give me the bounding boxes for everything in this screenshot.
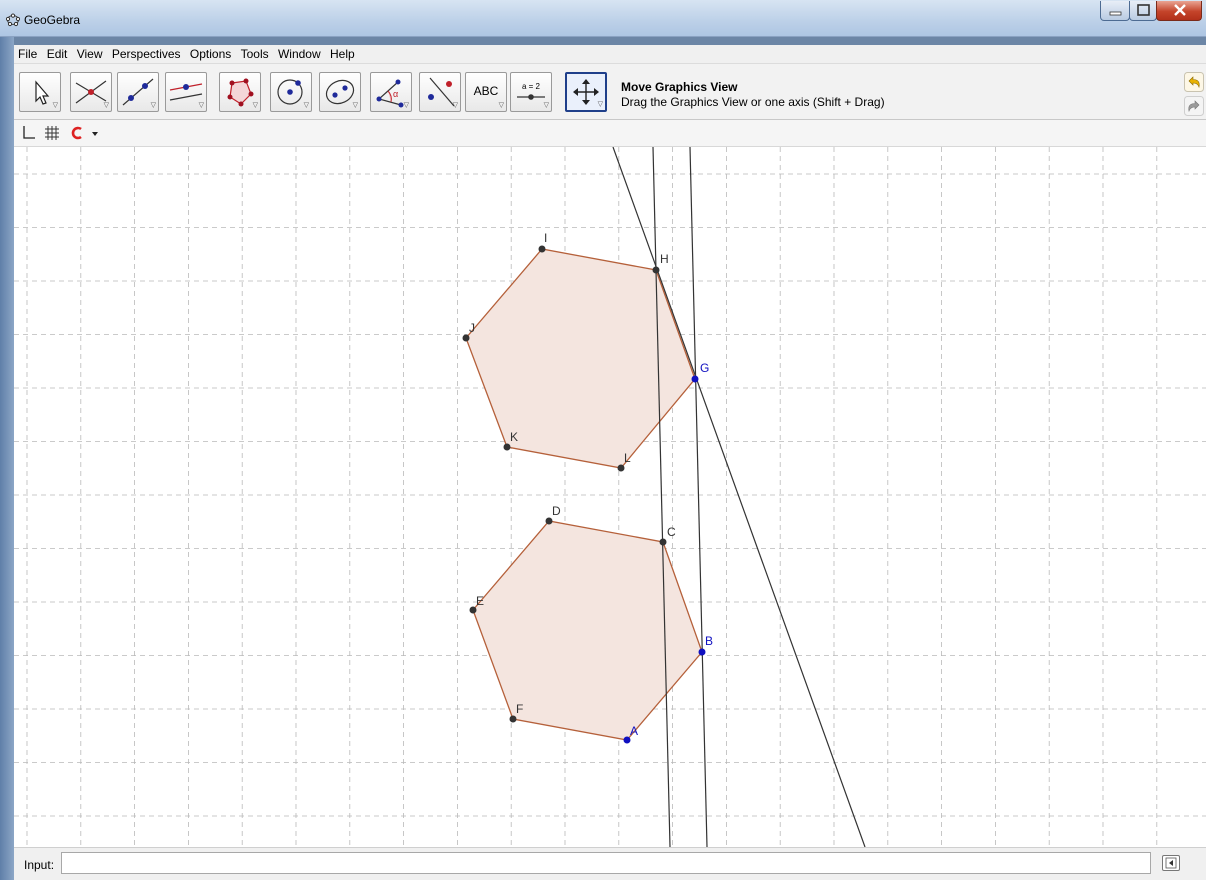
input-field[interactable] xyxy=(61,852,1151,874)
window-left-border xyxy=(0,36,14,880)
point-D[interactable] xyxy=(545,517,553,525)
input-label: Input: xyxy=(24,858,55,872)
close-button[interactable] xyxy=(1156,1,1202,21)
point-tool-button[interactable]: ▽ xyxy=(70,72,112,112)
grid-toggle-icon[interactable] xyxy=(44,125,60,141)
menu-help[interactable]: Help xyxy=(326,45,357,61)
window-title: GeoGebra xyxy=(24,13,81,27)
label-K: K xyxy=(510,430,518,444)
redo-icon[interactable] xyxy=(1184,96,1204,116)
line-3[interactable] xyxy=(689,147,708,847)
maximize-button[interactable] xyxy=(1129,1,1157,21)
point-K[interactable] xyxy=(503,443,511,451)
label-D: D xyxy=(552,504,561,518)
text-tool-button[interactable]: ABC ▽ xyxy=(465,72,507,112)
reflect-tool-button[interactable]: ▽ xyxy=(419,72,461,112)
angle-tool-button[interactable]: α ▽ xyxy=(370,72,412,112)
point-capturing-icon[interactable] xyxy=(70,125,86,141)
label-E: E xyxy=(476,594,484,608)
label-L: L xyxy=(624,451,631,465)
title-bar: GeoGebra xyxy=(0,0,1206,37)
line-1[interactable] xyxy=(612,147,866,847)
polygon-tool-button[interactable]: ▽ xyxy=(219,72,261,112)
label-F: F xyxy=(516,702,523,716)
slider-tool-label: a = 2 xyxy=(522,82,541,91)
menu-edit[interactable]: Edit xyxy=(43,45,70,61)
label-G: G xyxy=(700,361,709,375)
line-tool-button[interactable]: ▽ xyxy=(117,72,159,112)
circle-tool-button[interactable]: ▽ xyxy=(270,72,312,112)
chevron-down-icon[interactable] xyxy=(90,125,100,141)
hexagon-GHIJKL[interactable] xyxy=(465,248,696,469)
move-graphics-view-tool-button[interactable]: ▽ xyxy=(565,72,607,112)
chevron-left-icon xyxy=(1165,857,1177,869)
graphics-canvas[interactable]: A B C D E F G H I J K L xyxy=(14,147,1206,847)
label-H: H xyxy=(660,252,669,266)
point-I[interactable] xyxy=(538,245,546,253)
point-L[interactable] xyxy=(617,464,625,472)
style-bar xyxy=(14,120,1206,147)
hexagon-ABCDEF[interactable] xyxy=(472,520,703,741)
text-icon: ABC xyxy=(473,84,499,98)
point-C[interactable] xyxy=(659,538,667,546)
undo-icon[interactable] xyxy=(1184,72,1204,92)
maximize-icon xyxy=(1137,4,1150,16)
minimize-icon xyxy=(1109,11,1122,16)
input-bar: Input: xyxy=(14,847,1206,880)
point-B[interactable] xyxy=(698,648,706,656)
menu-tools[interactable]: Tools xyxy=(237,45,271,61)
move-tool-button[interactable]: ▽ xyxy=(19,72,61,112)
label-C: C xyxy=(667,525,676,539)
menu-view[interactable]: View xyxy=(73,45,105,61)
minimize-button[interactable] xyxy=(1100,1,1130,21)
label-I: I xyxy=(544,231,547,245)
label-B: B xyxy=(705,634,713,648)
geogebra-window: GeoGebra File Edit View Perspectives Opt… xyxy=(0,0,1206,880)
menu-file[interactable]: File xyxy=(14,45,39,61)
input-help-button[interactable] xyxy=(1162,855,1180,871)
menu-perspectives[interactable]: Perspectives xyxy=(108,45,183,61)
graphics-view[interactable]: A B C D E F G H I J K L xyxy=(14,147,1206,847)
perpendicular-line-tool-button[interactable]: ▽ xyxy=(165,72,207,112)
point-G[interactable] xyxy=(691,375,699,383)
conic-tool-button[interactable]: ▽ xyxy=(319,72,361,112)
menu-bar: File Edit View Perspectives Options Tool… xyxy=(14,45,1206,64)
point-H[interactable] xyxy=(652,266,660,274)
close-icon xyxy=(1174,4,1186,16)
active-tool-title: Move Graphics View xyxy=(621,80,738,94)
axes-toggle-icon[interactable] xyxy=(20,125,36,141)
label-J: J xyxy=(469,321,475,335)
menu-window[interactable]: Window xyxy=(274,45,323,61)
menu-options[interactable]: Options xyxy=(186,45,233,61)
toolbar: ▽ ▽ ▽ ▽ ▽ ▽ ▽ α ▽ ▽ ABC ▽ a = 2 ▽ ▽ Move… xyxy=(14,64,1206,120)
slider-tool-button[interactable]: a = 2 ▽ xyxy=(510,72,552,112)
point-J[interactable] xyxy=(462,334,470,342)
active-tool-help: Drag the Graphics View or one axis (Shif… xyxy=(621,95,885,109)
label-A: A xyxy=(630,724,638,738)
grid xyxy=(14,147,1206,847)
angle-tool-label: α xyxy=(393,89,398,99)
geogebra-logo-icon xyxy=(6,13,20,27)
point-F[interactable] xyxy=(509,715,517,723)
